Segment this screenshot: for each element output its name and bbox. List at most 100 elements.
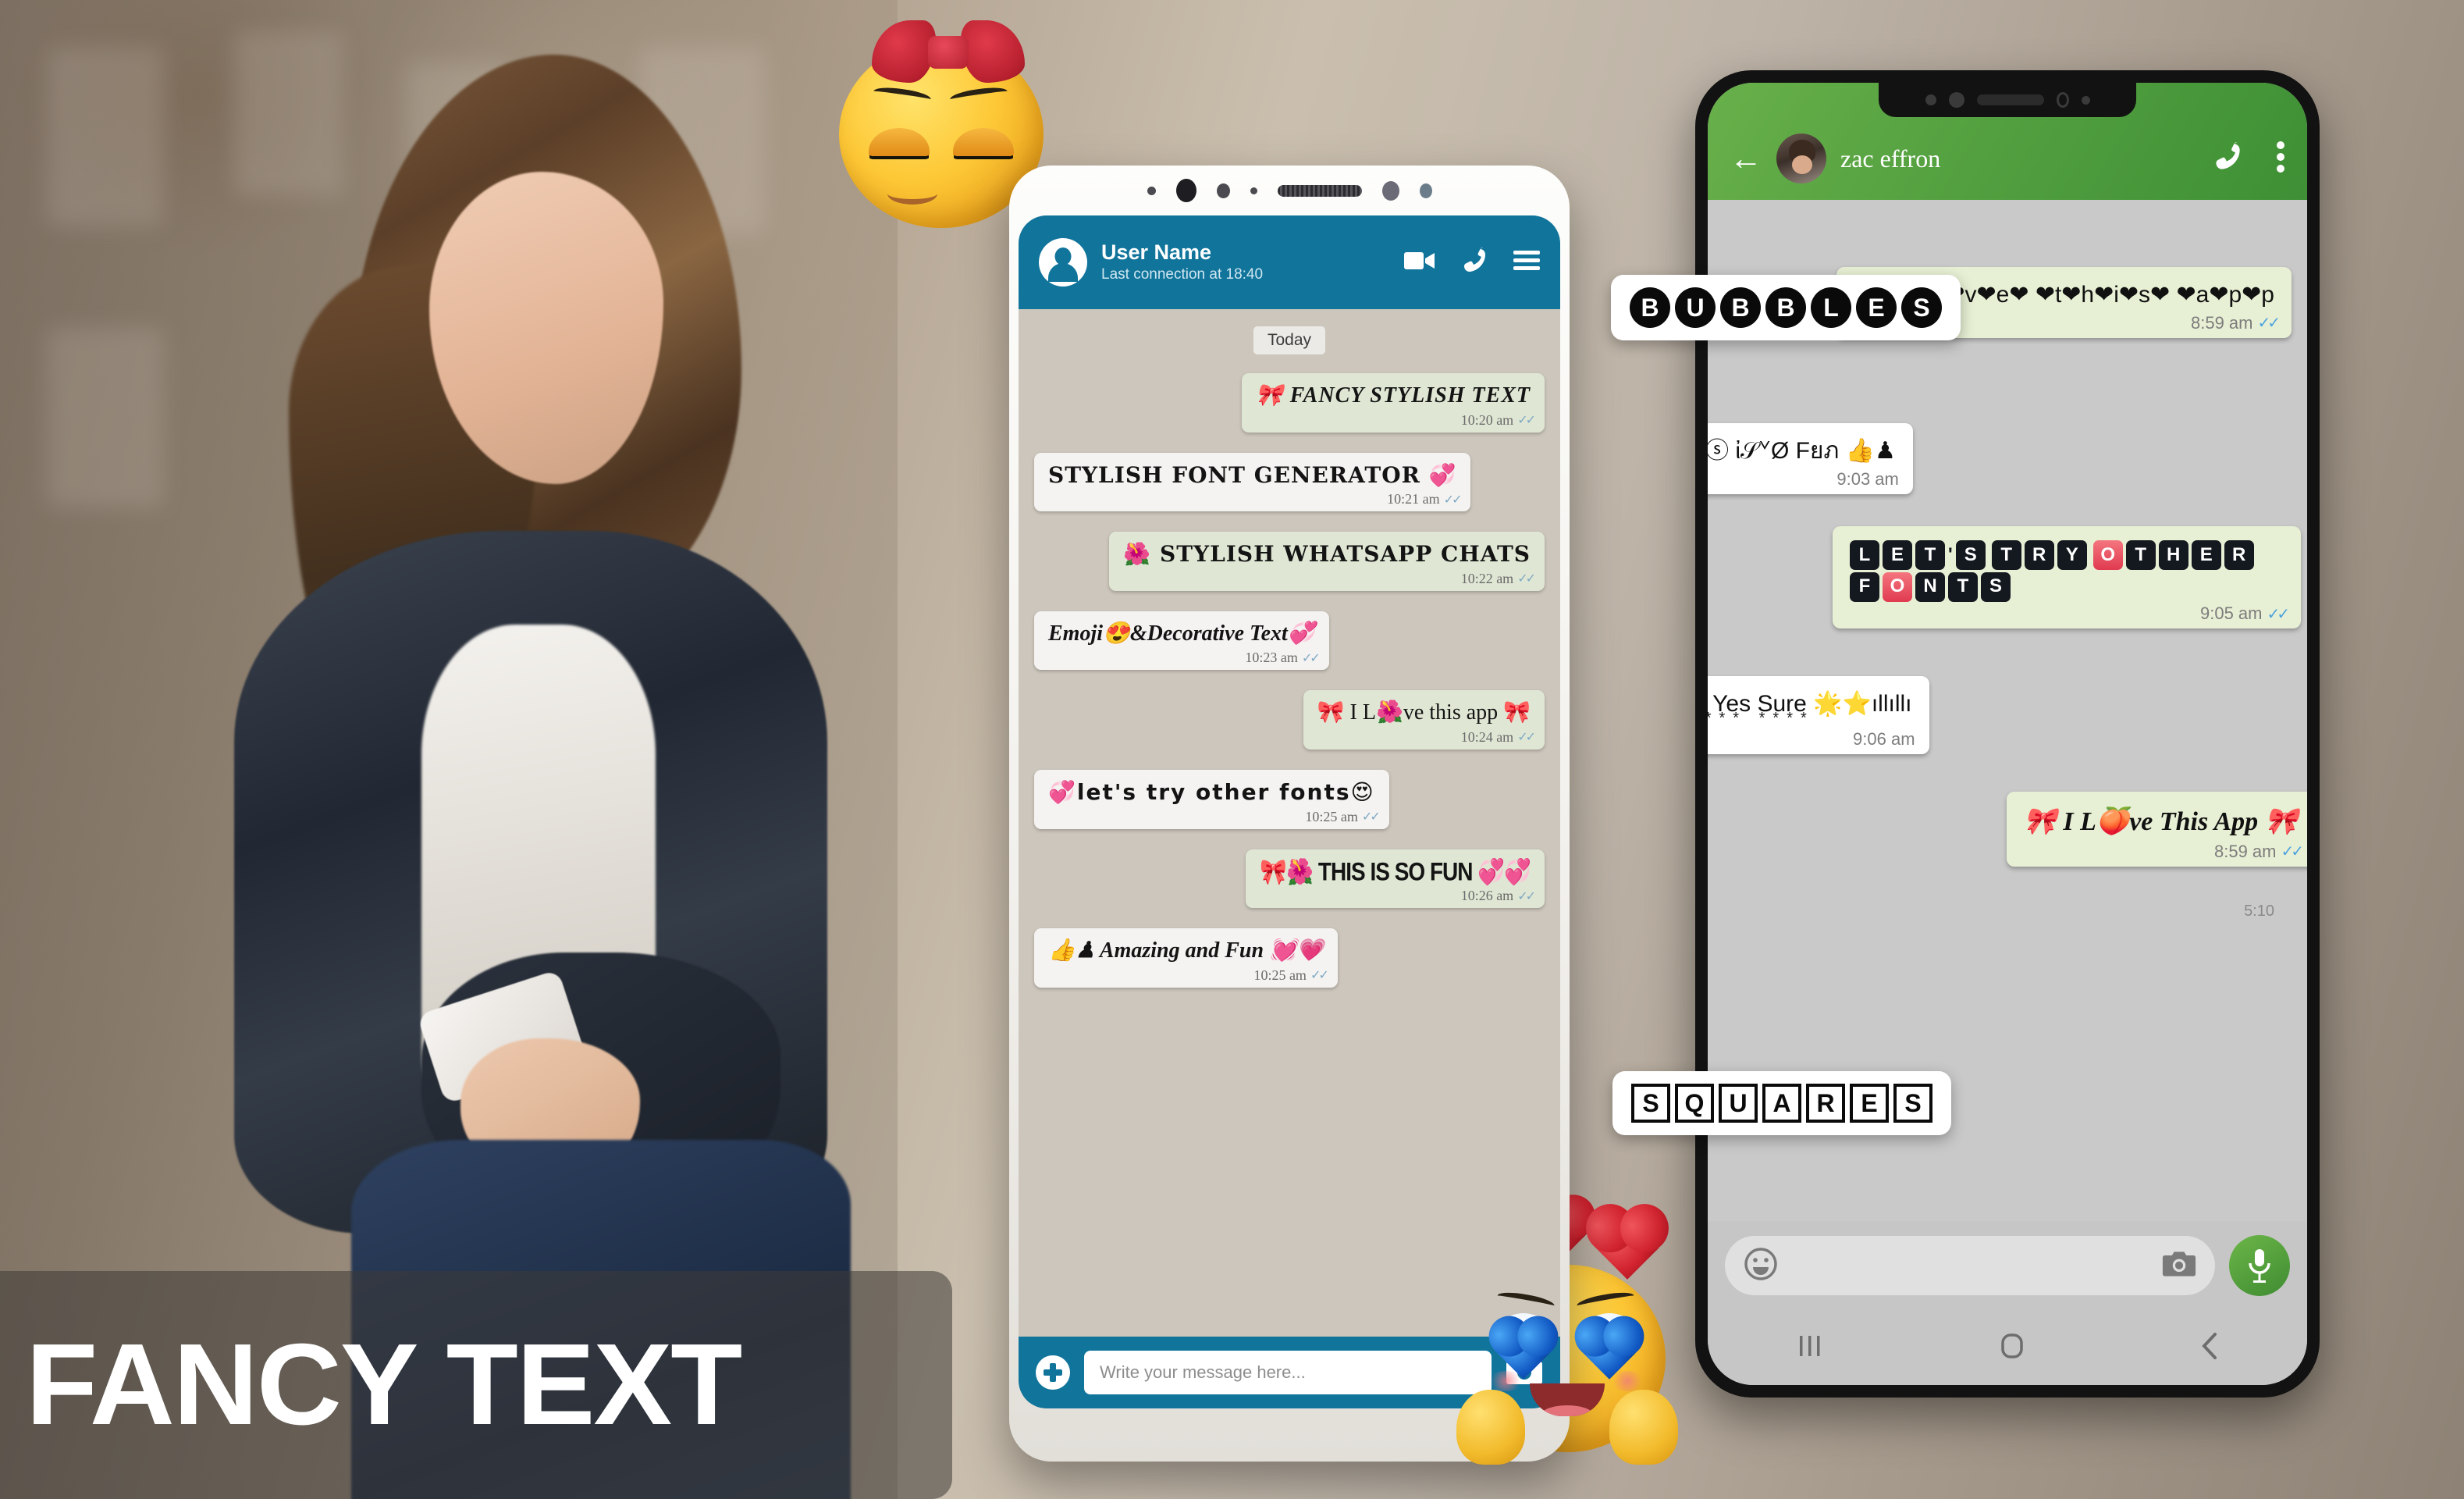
squared-letter: O [1883,571,1912,602]
chat-message-list[interactable]: Today 🎀 FANCY STYLISH TEXT 10:20 am ✓✓ STYL… [1019,309,1560,1337]
sensor-dot [1419,183,1432,198]
message-time: 10:22 am [1460,570,1514,586]
message-time: 8:59 am [2213,841,2277,861]
message-time: 9:06 am [1853,728,1915,749]
more-vertical-icon[interactable] [2276,141,2285,177]
squared-letter: E [2191,540,2221,571]
message-input[interactable] [1725,1236,2215,1295]
left-phone-mockup: User Name Last connection at 18:40 Today… [1009,166,1570,1462]
emoji-hand [1609,1390,1678,1465]
sensor-dot [1925,94,1936,105]
message-time: 10:20 am [1460,411,1514,428]
read-receipt-icon: ✓✓ [2267,605,2289,623]
microphone-icon[interactable] [2229,1235,2290,1296]
bubble-letter: B [1630,287,1670,328]
contact-status: Last connection at 18:40 [1101,266,1264,283]
message-bubble[interactable]: 👍♟ Amazing and Fun 💓💗 10:25 am ✓✓ [1034,928,1338,988]
bubble-letter: B [1720,287,1761,328]
message-time: 10:24 am [1460,728,1514,745]
banner-title: FANCY TEXT [26,1320,742,1449]
message-row[interactable]: STYLISH FONT GENERATOR 💞 10:21 am ✓✓ [1034,452,1545,512]
squared-letter: S [1955,540,1986,571]
bubble-letter: L [1811,287,1851,328]
message-text-squared: L E T ' S TRY OTHER FONTS [1850,539,2284,602]
message-row[interactable]: 🎀 I L🍑ve This App 🎀 8:59 am ✓✓ [2006,792,2307,867]
hamburger-menu-icon[interactable] [1513,250,1540,275]
squared-letter: R [2224,540,2254,571]
avatar[interactable] [1776,134,1826,183]
message-meta: 10:25 am ✓✓ [1305,809,1380,825]
message-bubble[interactable]: 🎀 I L🌺ve this app 🎀 10:24 am ✓✓ [1303,690,1545,750]
message-bubble[interactable]: ıllıllı⭐🌟 Yes Sure 🌟⭐ıllıllı *** **** 9:… [1708,676,1929,754]
message-text: 🎀 FANCY STYLISH TEXT [1255,383,1531,408]
message-bubble[interactable]: L E T ' S TRY OTHER FONTS 9:05 am ✓✓ [1833,526,2301,628]
message-bubble[interactable]: 🎀🌺 THIS IS SO FUN 💞💞 10:26 am ✓✓ [1246,849,1545,909]
squared-letter: E [1883,540,1912,571]
back-arrow-icon[interactable]: ← [1730,142,1762,175]
back-icon[interactable] [2199,1332,2220,1364]
message-row[interactable]: 💞let's try other fonts😍 10:25 am ✓✓ [1034,769,1545,829]
square-letter: A [1762,1084,1801,1123]
message-text: 🎀 I L🌺ve this app 🎀 [1317,700,1531,725]
phone-icon[interactable] [2213,141,2242,176]
message-bubble[interactable]: STYLISH FONT GENERATOR 💞 10:21 am ✓✓ [1034,452,1471,512]
bubble-letter: S [1901,287,1942,328]
message-bubble[interactable]: 💓💗 thJⓢ ἰ𝒮ᘁØ Fยภ 👍♟ 9:03 am [1708,423,1913,494]
message-input-placeholder: Write your message here... [1100,1362,1306,1382]
emoji-smiley-icon[interactable] [1744,1247,1778,1285]
read-receipt-icon: ✓✓ [1310,969,1329,983]
plus-icon[interactable] [1036,1355,1070,1390]
message-bubble[interactable]: 🎀 I L🍑ve This App 🎀 8:59 am ✓✓ [2006,792,2307,867]
sensor-dot [2081,95,2090,105]
message-row[interactable]: 🎀🌺 THIS IS SO FUN 💞💞 10:26 am ✓✓ [1034,849,1545,909]
camera-icon[interactable] [2162,1249,2196,1283]
message-text: 🎀 I L🍑ve This App 🎀 [2023,807,2298,836]
messages-container: 🎀 FANCY STYLISH TEXT 10:20 am ✓✓ STYLISH FO… [1034,373,1545,988]
message-row[interactable]: Emoji😍&Decorative Text💞 10:23 am ✓✓ [1034,611,1545,671]
message-meta: 10:23 am ✓✓ [1245,650,1320,666]
right-phone-mockup: ← zac effron I❤❤L❤o❤v❤e❤ ❤t❤h❤i❤s❤ ❤a❤p❤… [1695,70,2320,1398]
message-row[interactable]: 🎀 I L🌺ve this app 🎀 10:24 am ✓✓ [1034,690,1545,750]
sensor-dot [2056,92,2069,108]
contact-name: User Name [1101,240,1212,265]
whatsapp-message-list[interactable]: I❤❤L❤o❤v❤e❤ ❤t❤h❤i❤s❤ ❤a❤p❤p 8:59 am ✓✓ … [1708,200,2307,1221]
message-meta: 10:24 am ✓✓ [1460,728,1536,746]
read-receipt-icon: ✓✓ [1517,572,1536,586]
read-receipt-icon: ✓✓ [1443,493,1463,507]
whatsapp-input-bar [1708,1221,2307,1310]
contact-name: zac effron [1840,144,1941,173]
message-time: 10:26 am [1460,888,1514,904]
message-row[interactable]: 💓💗 thJⓢ ἰ𝒮ᘁØ Fยภ 👍♟ 9:03 am [1708,423,1913,494]
message-time: 9:05 am [2199,604,2263,623]
square-letter: S [1631,1084,1670,1123]
squared-letter: T [1991,540,2021,571]
home-icon[interactable] [1999,1333,2025,1363]
message-meta: 9:06 am [1853,729,1915,750]
square-letter: Q [1675,1084,1714,1123]
message-bubble[interactable]: Emoji😍&Decorative Text💞 10:23 am ✓✓ [1034,611,1329,671]
message-bubble[interactable]: 🎀 FANCY STYLISH TEXT 10:20 am ✓✓ [1241,373,1545,433]
square-letter: E [1850,1084,1889,1123]
read-receipt-icon: ✓✓ [2257,315,2280,332]
message-meta: 10:22 am ✓✓ [1460,570,1536,587]
message-text: STYLISH FONT GENERATOR 💞 [1048,461,1457,488]
message-row[interactable]: ıllıllı⭐🌟 Yes Sure 🌟⭐ıllıllı *** **** 9:… [1708,676,1929,754]
date-divider: Today [1253,326,1326,354]
squared-letter: R [2024,540,2054,571]
squared-letter: Y [2057,540,2087,571]
message-bubble[interactable]: 🌺 STYLISH WHATSAPP CHATS 10:22 am ✓✓ [1109,532,1545,591]
phone-notch [1879,83,2136,117]
message-row[interactable]: 🌺 STYLISH WHATSAPP CHATS 10:22 am ✓✓ [1034,532,1545,591]
recent-apps-icon[interactable] [1795,1333,1825,1363]
message-row[interactable]: 🎀 FANCY STYLISH TEXT 10:20 am ✓✓ [1034,373,1545,433]
message-input[interactable]: Write your message here... [1084,1351,1492,1394]
video-camera-icon[interactable] [1404,250,1435,276]
message-row[interactable]: 👍♟ Amazing and Fun 💓💗 10:25 am ✓✓ [1034,928,1545,988]
message-text: 🎀🌺 THIS IS SO FUN 💞💞 [1260,857,1531,885]
message-text: 🌺 STYLISH WHATSAPP CHATS [1123,541,1531,568]
phone-icon[interactable] [1462,247,1487,278]
message-bubble[interactable]: 💞let's try other fonts😍 10:25 am ✓✓ [1034,769,1389,829]
sensor-dot [1147,186,1156,195]
avatar[interactable] [1039,238,1087,287]
message-row[interactable]: L E T ' S TRY OTHER FONTS 9:05 am ✓✓ [1833,526,2301,628]
